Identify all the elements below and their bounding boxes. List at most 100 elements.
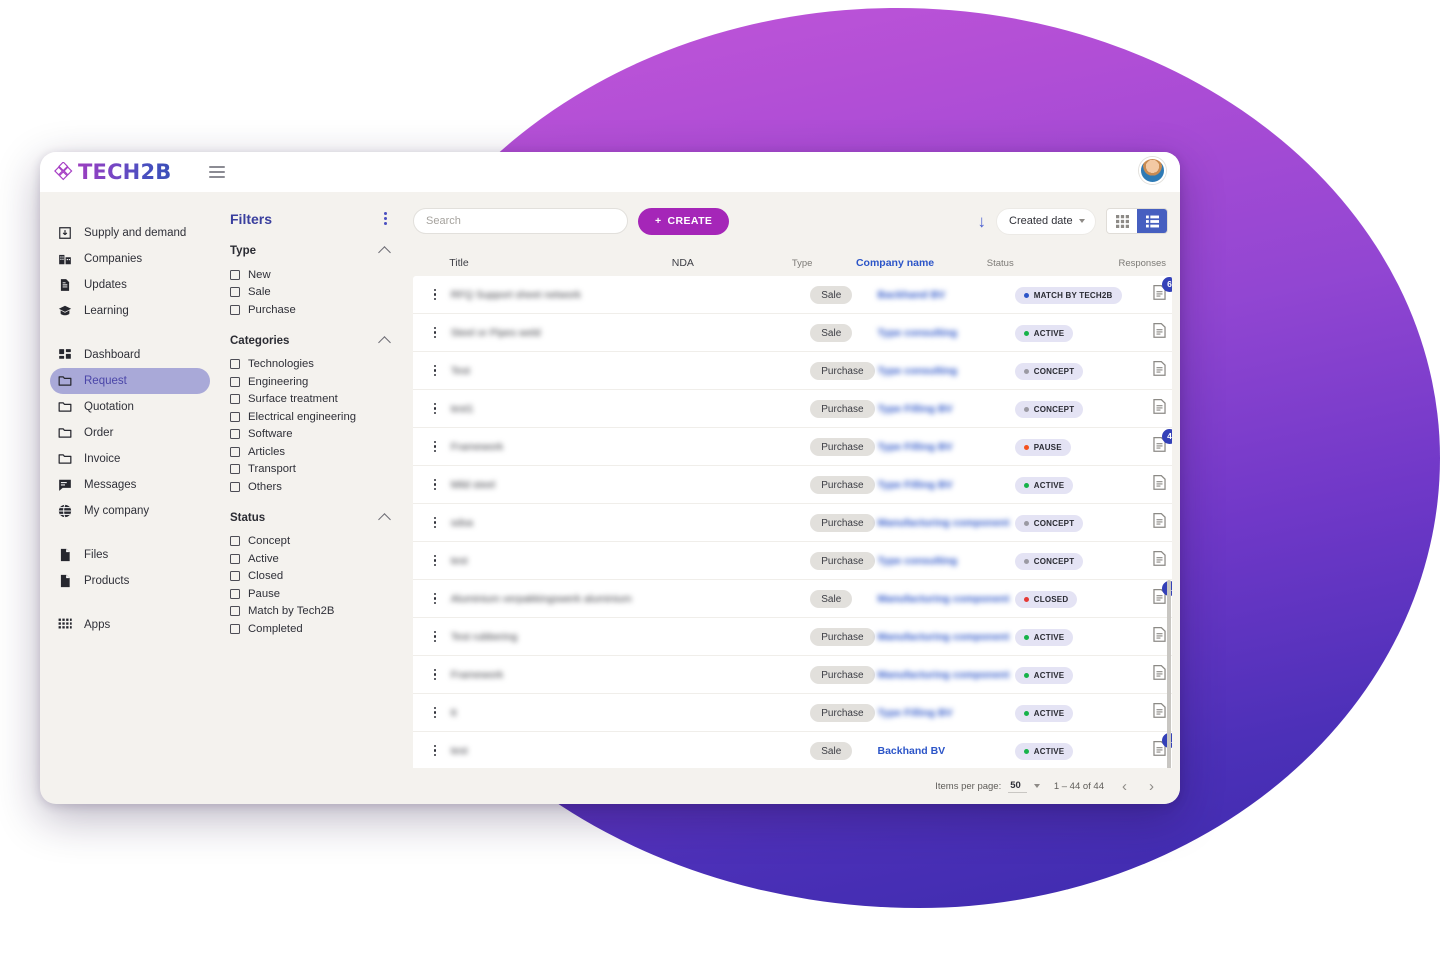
checkbox[interactable] xyxy=(230,536,240,547)
kebab-menu-icon[interactable] xyxy=(433,668,437,681)
filter-group-header[interactable]: Type xyxy=(230,245,391,259)
cell-responses[interactable] xyxy=(1153,550,1166,571)
sidebar-item-dashboard[interactable]: Dashboard xyxy=(50,342,210,368)
document-icon[interactable] xyxy=(1153,626,1166,647)
cell-responses[interactable] xyxy=(1153,664,1166,685)
checkbox[interactable] xyxy=(230,553,240,564)
table-row[interactable]: Mild steel Purchase Type Filling BV ACTIVE xyxy=(413,466,1172,504)
sidebar-item-updates[interactable]: Updates xyxy=(50,272,210,298)
table-row[interactable]: Framework Purchase Type Filling BV PAUSE 4 xyxy=(413,428,1172,466)
column-header-company-name[interactable]: Company name xyxy=(856,257,987,269)
sidebar-item-supply-and-demand[interactable]: Supply and demand xyxy=(50,220,210,246)
cell-responses[interactable] xyxy=(1153,474,1166,495)
sidebar-item-quotation[interactable]: Quotation xyxy=(50,394,210,420)
kebab-menu-icon[interactable] xyxy=(433,630,437,643)
checkbox[interactable] xyxy=(230,394,240,405)
filter-option-pause[interactable]: Pause xyxy=(230,585,391,603)
cell-responses[interactable]: 4 xyxy=(1153,428,1172,457)
filter-option-purchase[interactable]: Purchase xyxy=(230,301,391,319)
sidebar-item-learning[interactable]: Learning xyxy=(50,298,210,324)
arrow-down-icon[interactable]: ↓ xyxy=(978,213,987,230)
avatar[interactable] xyxy=(1139,157,1166,184)
checkbox[interactable] xyxy=(230,464,240,475)
create-button[interactable]: + CREATE xyxy=(638,207,730,235)
checkbox[interactable] xyxy=(230,588,240,599)
cell-company[interactable]: Manufacturing component xyxy=(878,593,1015,605)
cell-responses[interactable] xyxy=(1153,626,1166,647)
filter-option-active[interactable]: Active xyxy=(230,550,391,568)
sidebar-item-messages[interactable]: Messages xyxy=(50,472,210,498)
table-row[interactable]: tt Purchase Type Filling BV ACTIVE xyxy=(413,694,1172,732)
sidebar-item-apps[interactable]: Apps xyxy=(50,612,210,638)
table-row[interactable]: Steel or Pipes weld Sale Type consulting AC… xyxy=(413,314,1172,352)
cell-company[interactable]: Manufacturing component xyxy=(878,517,1015,529)
cell-responses[interactable]: 1 xyxy=(1153,732,1172,761)
filter-option-closed[interactable]: Closed xyxy=(230,568,391,586)
filter-option-surface-treatment[interactable]: Surface treatment xyxy=(230,391,391,409)
kebab-menu-icon[interactable] xyxy=(433,554,437,567)
filter-option-articles[interactable]: Articles xyxy=(230,443,391,461)
kebab-menu-icon[interactable] xyxy=(380,210,391,227)
cell-company[interactable]: Type Filling BV xyxy=(878,441,1015,453)
search-input[interactable] xyxy=(413,208,628,234)
column-header-type[interactable]: Type xyxy=(792,258,856,269)
column-header-nda[interactable]: NDA xyxy=(672,257,792,269)
kebab-menu-icon[interactable] xyxy=(433,364,437,377)
chevron-right-icon[interactable]: › xyxy=(1145,779,1158,794)
filter-option-engineering[interactable]: Engineering xyxy=(230,373,391,391)
column-header-responses[interactable]: Responses xyxy=(1118,258,1166,269)
brand-logo[interactable]: TECH2B xyxy=(54,160,171,184)
checkbox[interactable] xyxy=(230,606,240,617)
filter-option-completed[interactable]: Completed xyxy=(230,620,391,638)
document-icon[interactable] xyxy=(1153,512,1166,533)
cell-company[interactable]: Backhand BV xyxy=(878,745,1015,757)
cell-company[interactable]: Backhand BV xyxy=(878,289,1015,301)
document-icon[interactable] xyxy=(1153,398,1166,419)
cell-responses[interactable] xyxy=(1153,360,1166,381)
cell-company[interactable]: Type Filling BV xyxy=(878,403,1015,415)
checkbox[interactable] xyxy=(230,359,240,370)
table-scrollbar[interactable] xyxy=(1167,580,1171,768)
document-icon[interactable] xyxy=(1153,550,1166,571)
kebab-menu-icon[interactable] xyxy=(433,402,437,415)
cell-responses[interactable]: 6 xyxy=(1153,276,1172,305)
checkbox[interactable] xyxy=(230,376,240,387)
table-row[interactable]: Test rubbering Purchase Manufacturing comp… xyxy=(413,618,1172,656)
sidebar-item-request[interactable]: Request xyxy=(50,368,210,394)
items-per-page[interactable]: Items per page: 50 xyxy=(935,780,1040,793)
cell-responses[interactable] xyxy=(1153,322,1166,343)
filter-option-match-by-tech2b[interactable]: Match by Tech2B xyxy=(230,603,391,621)
document-icon[interactable] xyxy=(1153,360,1166,381)
sidebar-item-my-company[interactable]: My company xyxy=(50,498,210,524)
document-icon[interactable] xyxy=(1153,702,1166,723)
cell-company[interactable]: Type consulting xyxy=(878,555,1015,567)
filter-option-sale[interactable]: Sale xyxy=(230,284,391,302)
cell-responses[interactable]: 1 xyxy=(1153,580,1172,609)
filter-option-others[interactable]: Others xyxy=(230,478,391,496)
checkbox[interactable] xyxy=(230,287,240,298)
cell-company[interactable]: Manufacturing component xyxy=(878,669,1015,681)
table-row[interactable]: Framework Purchase Manufacturing component… xyxy=(413,656,1172,694)
cell-company[interactable]: Type consulting xyxy=(878,365,1015,377)
document-icon[interactable] xyxy=(1153,474,1166,495)
checkbox[interactable] xyxy=(230,623,240,634)
sidebar-item-files[interactable]: Files xyxy=(50,542,210,568)
checkbox[interactable] xyxy=(230,411,240,422)
filter-group-header[interactable]: Status xyxy=(230,512,391,526)
grid-view-icon[interactable] xyxy=(1107,209,1137,233)
checkbox[interactable] xyxy=(230,481,240,492)
filter-option-concept[interactable]: Concept xyxy=(230,533,391,551)
chevron-left-icon[interactable]: ‹ xyxy=(1118,779,1131,794)
kebab-menu-icon[interactable] xyxy=(433,516,437,529)
filter-option-electrical-engineering[interactable]: Electrical engineering xyxy=(230,408,391,426)
cell-responses[interactable] xyxy=(1153,702,1166,723)
kebab-menu-icon[interactable] xyxy=(433,326,437,339)
kebab-menu-icon[interactable] xyxy=(433,592,437,605)
hamburger-icon[interactable] xyxy=(209,166,226,178)
filter-option-new[interactable]: New xyxy=(230,266,391,284)
checkbox[interactable] xyxy=(230,304,240,315)
sidebar-item-products[interactable]: Products xyxy=(50,568,210,594)
list-view-icon[interactable] xyxy=(1137,209,1167,233)
table-row[interactable]: sdsa Purchase Manufacturing component CONCE… xyxy=(413,504,1172,542)
sort-field-select[interactable]: Created date xyxy=(996,207,1096,235)
